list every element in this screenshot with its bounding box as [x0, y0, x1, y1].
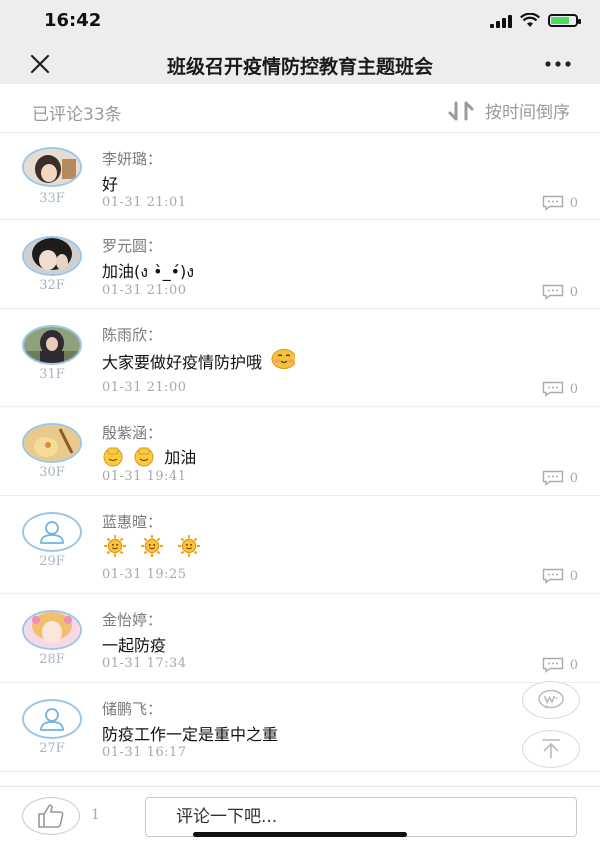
signal-icon: [490, 14, 512, 28]
back-to-top-button[interactable]: [522, 730, 580, 768]
sun-emoji-icon: [104, 535, 126, 557]
more-dots-icon[interactable]: [542, 50, 574, 78]
comment-bubble-icon: [542, 657, 563, 673]
floor-number: 32F: [39, 278, 65, 293]
comment-item: 31F 陈雨欣： 大家要做好疫情防护哦 01-31 21:00 0: [0, 309, 600, 407]
fist-emoji-icon: [134, 447, 154, 467]
status-time: 16:42: [44, 10, 102, 31]
comment-content: [102, 534, 206, 558]
reply-button[interactable]: 0: [542, 284, 578, 300]
avatar[interactable]: [22, 610, 82, 650]
page-title: 班级召开疫情防控教育主题班会: [166, 56, 433, 78]
avatar[interactable]: [22, 699, 82, 739]
comment-time: 01-31 21:01: [102, 195, 187, 210]
battery-icon: [548, 14, 581, 27]
thumbs-up-icon: [38, 804, 64, 828]
reply-button[interactable]: 0: [542, 195, 578, 211]
comment-text: 加油: [164, 448, 197, 467]
comment-bubble-icon: [542, 470, 563, 486]
avatar[interactable]: [22, 325, 82, 365]
default-user-icon: [40, 708, 64, 731]
avatar[interactable]: [22, 512, 82, 552]
comment-time: 01-31 21:00: [102, 380, 187, 395]
comment-bubble-icon: [542, 195, 563, 211]
avatar[interactable]: [22, 423, 82, 463]
home-indicator: [193, 832, 407, 837]
commenter-name: 李妍璐：: [102, 150, 163, 168]
wifi-icon: [520, 13, 540, 27]
comment-item: 30F 殷紫涵： 加油 01-31 19:41 0: [0, 407, 600, 496]
like-count: 1: [91, 807, 100, 823]
comment-text: 加油(ง •̀_•́)ง: [102, 262, 195, 281]
sort-icon: [448, 101, 474, 120]
reply-count: 0: [569, 568, 578, 584]
commenter-name: 蓝惠暄：: [102, 513, 163, 531]
like-button[interactable]: [22, 797, 80, 835]
comment-text: 防疫工作一定是重中之重: [102, 725, 279, 744]
avatar[interactable]: [22, 147, 82, 187]
comment-item: 29F 蓝惠暄： 01-31 19:25 0: [0, 496, 600, 594]
comment-time: 01-31 17:34: [102, 656, 187, 671]
comment-time: 01-31 19:25: [102, 567, 187, 582]
reply-button[interactable]: 0: [542, 381, 578, 397]
commenter-name: 罗元圆：: [102, 237, 163, 255]
floor-number: 27F: [39, 741, 65, 756]
comment-count: 已评论33条: [32, 105, 122, 125]
comment-bubble-icon: [542, 568, 563, 584]
comment-item: 32F 罗元圆： 加油(ง •̀_•́)ง 01-31 21:00 0: [0, 220, 600, 309]
smiling-face-emoji-icon: [271, 348, 296, 369]
sun-emoji-icon: [141, 535, 164, 557]
floor-number: 31F: [39, 367, 65, 382]
commenter-name: 金怡婷：: [102, 611, 163, 629]
reply-count: 0: [569, 284, 578, 300]
sort-button[interactable]: 按时间倒序: [447, 98, 570, 123]
bottom-bar: 1 评论一下吧...: [0, 786, 600, 846]
comment-item: 27F 储鹏飞： 防疫工作一定是重中之重 01-31 16:17: [0, 683, 600, 772]
wechat-share-button[interactable]: [522, 681, 580, 719]
status-bar: 16:42: [0, 0, 600, 44]
comment-time: 01-31 19:41: [102, 469, 187, 484]
reply-button[interactable]: 0: [542, 568, 578, 584]
reply-count: 0: [569, 195, 578, 211]
sort-label: 按时间倒序: [485, 103, 570, 123]
reply-count: 0: [569, 657, 578, 673]
comment-item: 33F 李妍璐： 好 01-31 21:01 0: [0, 133, 600, 220]
floor-number: 30F: [39, 465, 65, 480]
arrow-up-icon: [542, 739, 560, 758]
comment-content: 加油: [102, 444, 196, 468]
comment-text: 大家要做好疫情防护哦: [102, 353, 263, 372]
floor-number: 33F: [39, 191, 65, 206]
fist-emoji-icon: [103, 447, 123, 467]
reply-count: 0: [569, 381, 578, 397]
comment-text: 一起防疫: [102, 636, 167, 655]
reply-button[interactable]: 0: [542, 470, 578, 486]
commenter-name: 陈雨欣：: [102, 326, 163, 344]
floor-number: 29F: [39, 554, 65, 569]
comment-input[interactable]: 评论一下吧...: [145, 797, 577, 837]
comment-content: 大家要做好疫情防护哦: [102, 348, 299, 373]
nav-bar: 班级召开疫情防控教育主题班会: [0, 44, 600, 84]
avatar[interactable]: [22, 236, 82, 276]
comment-time: 01-31 21:00: [102, 283, 187, 298]
floor-number: 28F: [39, 652, 65, 667]
comment-bubble-icon: [542, 284, 563, 300]
status-icons: [490, 13, 581, 28]
sun-emoji-icon: [178, 535, 201, 557]
comment-item: 28F 金怡婷： 一起防疫 01-31 17:34 0: [0, 594, 600, 683]
commenter-name: 储鹏飞：: [102, 700, 163, 718]
comment-time: 01-31 16:17: [102, 745, 187, 760]
comment-text: 好: [102, 175, 119, 194]
comment-count-bar: 已评论33条 按时间倒序: [0, 90, 600, 133]
reply-count: 0: [569, 470, 578, 486]
reply-button[interactable]: 0: [542, 657, 578, 673]
comment-bubble-icon: [542, 381, 563, 397]
commenter-name: 殷紫涵：: [102, 424, 163, 442]
default-user-icon: [40, 521, 64, 544]
w-bubble-icon: [538, 689, 564, 709]
